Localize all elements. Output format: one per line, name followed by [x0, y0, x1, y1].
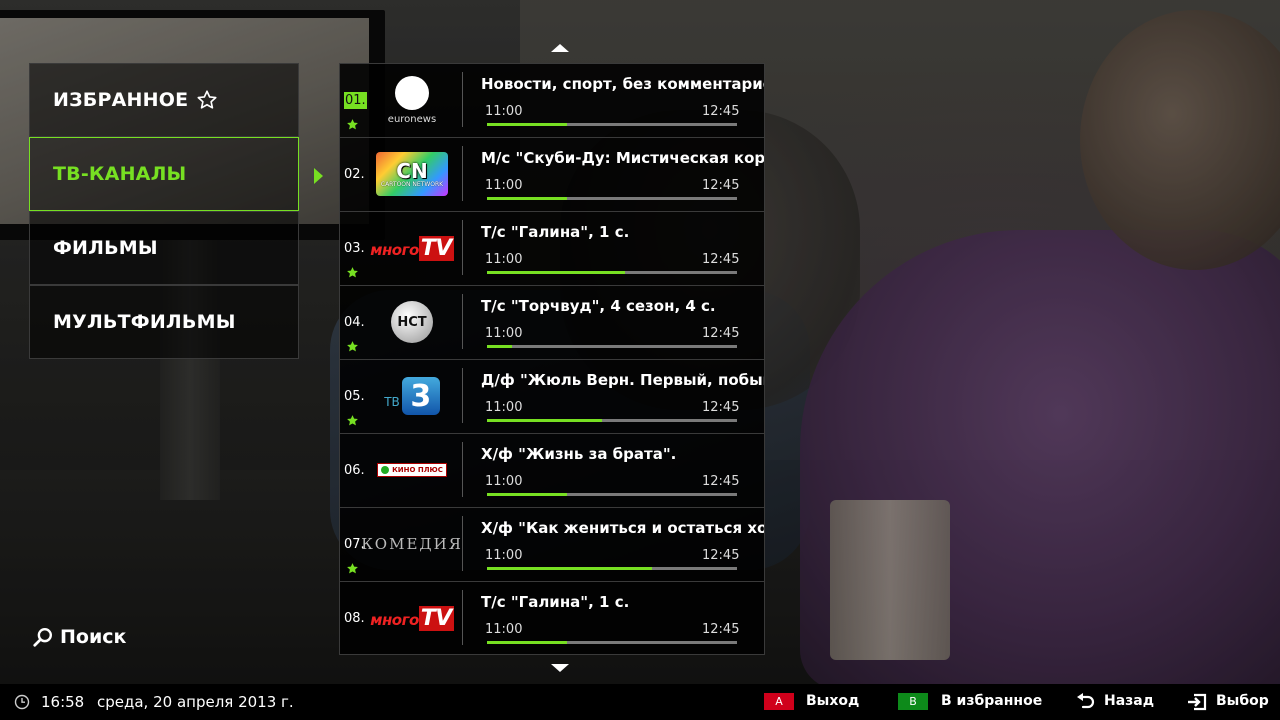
program-progress-bar [487, 493, 737, 496]
channel-logo-mnogo-tv: многоTV [370, 605, 454, 631]
program-end-time: 12:45 [702, 622, 740, 637]
channel-row[interactable]: 03. многоTV Т/с "Галина", 1 с. 11:00 12:… [340, 212, 764, 286]
menu-item-label: ФИЛЬМЫ [53, 237, 158, 259]
scroll-down-icon[interactable] [551, 664, 569, 672]
channel-number: 02. [344, 167, 365, 182]
channel-number: 05. [344, 389, 365, 404]
category-menu: ИЗБРАННОЕ ТВ-КАНАЛЫ ФИЛЬМЫ МУЛЬТФИЛЬМЫ [29, 63, 299, 359]
current-date: среда, 20 апреля 2013 г. [97, 693, 294, 711]
channel-number: 08. [344, 611, 365, 626]
channel-row[interactable]: 04. НСТ Т/с "Торчвуд", 4 сезон, 4 с. 11:… [340, 286, 764, 360]
current-time: 16:58 [41, 693, 85, 711]
program-title: Д/ф "Жюль Верн. Первый, побывавший на Лу… [481, 371, 764, 389]
back-arrow-icon[interactable] [1074, 692, 1096, 712]
menu-item-favorites[interactable]: ИЗБРАННОЕ [29, 63, 299, 137]
favorite-star-icon [347, 415, 358, 426]
program-end-time: 12:45 [702, 474, 740, 489]
program-title: Т/с "Галина", 1 с. [481, 593, 630, 611]
program-title: Т/с "Торчвуд", 4 сезон, 4 с. [481, 297, 716, 315]
program-end-time: 12:45 [702, 104, 740, 119]
program-progress-bar [487, 567, 737, 570]
clock-icon [14, 694, 30, 710]
back-button-label[interactable]: Назад [1104, 693, 1154, 709]
program-progress-bar [487, 345, 737, 348]
program-end-time: 12:45 [702, 326, 740, 341]
program-progress-bar [487, 641, 737, 644]
exit-button-label[interactable]: Выход [806, 693, 859, 709]
channel-number: 06. [344, 463, 365, 478]
channel-logo-kino-plus: КИНО ПЛЮС [374, 442, 450, 498]
channel-row[interactable]: 02. CN CARTOON NETWORK М/с "Скуби-Ду: Мис… [340, 138, 764, 212]
menu-item-cartoons[interactable]: МУЛЬТФИЛЬМЫ [29, 285, 299, 359]
green-key-badge[interactable]: B [898, 693, 928, 710]
menu-item-tv-channels[interactable]: ТВ-КАНАЛЫ [29, 137, 299, 211]
channel-row[interactable]: 07. КОМЕДИЯ Х/ф "Как жениться и остаться… [340, 508, 764, 582]
menu-item-label: МУЛЬТФИЛЬМЫ [53, 311, 236, 333]
channel-logo-nst: НСТ [374, 294, 450, 350]
channel-number: 03. [344, 241, 365, 256]
chevron-right-icon [314, 168, 323, 184]
program-start-time: 11:00 [485, 474, 523, 489]
program-title: М/с "Скуби-Ду: Мистическая корпорация" [481, 149, 765, 167]
channel-row[interactable]: 06. КИНО ПЛЮС Х/ф "Жизнь за брата". 11:0… [340, 434, 764, 508]
channel-logo-tv3: ТВ 3 [374, 368, 450, 424]
channel-row[interactable]: 08. многоTV Т/с "Галина", 1 с. 11:00 12:… [340, 582, 764, 654]
add-favorite-button-label[interactable]: В избранное [941, 693, 1042, 709]
program-progress-bar [487, 419, 737, 422]
program-end-time: 12:45 [702, 178, 740, 193]
program-title: Т/с "Галина", 1 с. [481, 223, 630, 241]
enter-icon[interactable] [1185, 692, 1209, 712]
star-outline-icon [196, 89, 218, 111]
program-end-time: 12:45 [702, 548, 740, 563]
menu-item-label: ТВ-КАНАЛЫ [53, 163, 187, 185]
channel-number: 04. [344, 315, 365, 330]
program-title: Х/ф "Как жениться и остаться холостым" [481, 519, 764, 537]
program-progress-bar [487, 271, 737, 274]
program-start-time: 11:00 [485, 178, 523, 193]
menu-item-movies[interactable]: ФИЛЬМЫ [29, 211, 299, 285]
program-start-time: 11:00 [485, 548, 523, 563]
program-progress-bar [487, 197, 737, 200]
channel-logo-cartoon-network: CN CARTOON NETWORK [374, 146, 450, 202]
channel-row[interactable]: 01. euronews Новости, спорт, без коммент… [340, 64, 764, 138]
program-end-time: 12:45 [702, 400, 740, 415]
program-start-time: 11:00 [485, 252, 523, 267]
channel-logo-komediya: КОМЕДИЯ [361, 535, 463, 553]
bottom-bar: 16:58 среда, 20 апреля 2013 г. A Выход B… [0, 684, 1280, 720]
program-start-time: 11:00 [485, 622, 523, 637]
program-title: Новости, спорт, без комментариев [481, 75, 765, 93]
channel-logo-euronews: euronews [374, 72, 450, 128]
program-title: Х/ф "Жизнь за брата". [481, 445, 677, 463]
channel-logo-mnogo-tv: многоTV [370, 235, 454, 261]
favorite-star-icon [347, 119, 358, 130]
search-label: Поиск [60, 626, 127, 648]
favorite-star-icon [347, 563, 358, 574]
search-icon [33, 628, 52, 647]
program-start-time: 11:00 [485, 104, 523, 119]
program-start-time: 11:00 [485, 326, 523, 341]
red-key-badge[interactable]: A [764, 693, 794, 710]
menu-item-label: ИЗБРАННОЕ [53, 89, 189, 111]
scroll-up-icon[interactable] [551, 44, 569, 52]
program-end-time: 12:45 [702, 252, 740, 267]
channel-number: 01. [344, 92, 367, 109]
channel-list: 01. euronews Новости, спорт, без коммент… [339, 63, 765, 655]
favorite-star-icon [347, 267, 358, 278]
favorite-star-icon [347, 341, 358, 352]
program-start-time: 11:00 [485, 400, 523, 415]
select-button-label[interactable]: Выбор [1216, 693, 1269, 709]
channel-row[interactable]: 05. ТВ3 Д/ф "Жюль Верн. Первый, побывавш… [340, 360, 764, 434]
program-progress-bar [487, 123, 737, 126]
search-button[interactable]: Поиск [32, 626, 126, 648]
